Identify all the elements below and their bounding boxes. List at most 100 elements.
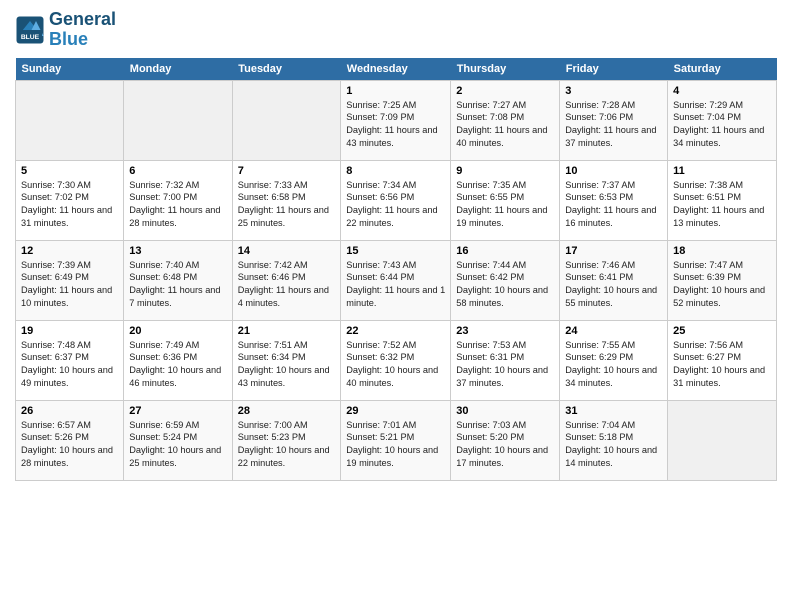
day-cell: 18 Sunrise: 7:47 AM Sunset: 6:39 PM Dayli… bbox=[668, 240, 777, 320]
day-info: Sunrise: 7:55 AM Sunset: 6:29 PM Dayligh… bbox=[565, 339, 662, 391]
day-number: 6 bbox=[129, 165, 226, 177]
day-info: Sunrise: 7:27 AM Sunset: 7:08 PM Dayligh… bbox=[456, 99, 554, 151]
day-cell: 23 Sunrise: 7:53 AM Sunset: 6:31 PM Dayli… bbox=[451, 320, 560, 400]
main-container: BLUE General Blue SundayMondayTuesdayWed… bbox=[0, 0, 792, 491]
day-info: Sunrise: 7:03 AM Sunset: 5:20 PM Dayligh… bbox=[456, 419, 554, 471]
day-number: 2 bbox=[456, 85, 554, 97]
day-number: 28 bbox=[238, 405, 336, 417]
day-info: Sunrise: 7:33 AM Sunset: 6:58 PM Dayligh… bbox=[238, 179, 336, 231]
day-cell: 20 Sunrise: 7:49 AM Sunset: 6:36 PM Dayli… bbox=[124, 320, 232, 400]
day-info: Sunrise: 7:53 AM Sunset: 6:31 PM Dayligh… bbox=[456, 339, 554, 391]
day-cell: 3 Sunrise: 7:28 AM Sunset: 7:06 PM Daylig… bbox=[560, 80, 668, 160]
day-number: 10 bbox=[565, 165, 662, 177]
day-header-wednesday: Wednesday bbox=[341, 58, 451, 81]
day-cell: 25 Sunrise: 7:56 AM Sunset: 6:27 PM Dayli… bbox=[668, 320, 777, 400]
day-number: 23 bbox=[456, 325, 554, 337]
day-number: 22 bbox=[346, 325, 445, 337]
day-cell: 30Sunrise: 7:03 AM Sunset: 5:20 PM Dayli… bbox=[451, 400, 560, 480]
day-cell: 19 Sunrise: 7:48 AM Sunset: 6:37 PM Dayli… bbox=[16, 320, 124, 400]
day-info: Sunrise: 7:52 AM Sunset: 6:32 PM Dayligh… bbox=[346, 339, 445, 391]
day-number: 5 bbox=[21, 165, 118, 177]
week-row-4: 19 Sunrise: 7:48 AM Sunset: 6:37 PM Dayli… bbox=[16, 320, 777, 400]
day-number: 16 bbox=[456, 245, 554, 257]
day-info: Sunrise: 7:44 AM Sunset: 6:42 PM Dayligh… bbox=[456, 259, 554, 311]
day-number: 31 bbox=[565, 405, 662, 417]
day-number: 21 bbox=[238, 325, 336, 337]
day-number: 24 bbox=[565, 325, 662, 337]
day-number: 27 bbox=[129, 405, 226, 417]
day-cell: 11 Sunrise: 7:38 AM Sunset: 6:51 PM Dayli… bbox=[668, 160, 777, 240]
day-cell: 29 Sunrise: 7:01 AM Sunset: 5:21 PM Dayli… bbox=[341, 400, 451, 480]
logo-text: General Blue bbox=[49, 10, 116, 50]
day-cell: 9 Sunrise: 7:35 AM Sunset: 6:55 PM Daylig… bbox=[451, 160, 560, 240]
day-info: Sunrise: 7:48 AM Sunset: 6:37 PM Dayligh… bbox=[21, 339, 118, 391]
day-info: Sunrise: 6:57 AM Sunset: 5:26 PM Dayligh… bbox=[21, 419, 118, 471]
day-cell: 7Sunrise: 7:33 AM Sunset: 6:58 PM Daylig… bbox=[232, 160, 341, 240]
day-cell: 2 Sunrise: 7:27 AM Sunset: 7:08 PM Daylig… bbox=[451, 80, 560, 160]
day-info: Sunrise: 7:25 AM Sunset: 7:09 PM Dayligh… bbox=[346, 99, 445, 151]
day-cell: 14Sunrise: 7:42 AM Sunset: 6:46 PM Dayli… bbox=[232, 240, 341, 320]
day-cell bbox=[124, 80, 232, 160]
day-number: 26 bbox=[21, 405, 118, 417]
day-header-tuesday: Tuesday bbox=[232, 58, 341, 81]
day-cell: 10Sunrise: 7:37 AM Sunset: 6:53 PM Dayli… bbox=[560, 160, 668, 240]
day-cell: 6 Sunrise: 7:32 AM Sunset: 7:00 PM Daylig… bbox=[124, 160, 232, 240]
day-info: Sunrise: 7:56 AM Sunset: 6:27 PM Dayligh… bbox=[673, 339, 771, 391]
header: BLUE General Blue bbox=[15, 10, 777, 50]
day-cell bbox=[668, 400, 777, 480]
day-cell: 21 Sunrise: 7:51 AM Sunset: 6:34 PM Dayli… bbox=[232, 320, 341, 400]
day-header-saturday: Saturday bbox=[668, 58, 777, 81]
day-number: 25 bbox=[673, 325, 771, 337]
svg-text:BLUE: BLUE bbox=[21, 34, 40, 41]
day-cell: 1 Sunrise: 7:25 AM Sunset: 7:09 PM Daylig… bbox=[341, 80, 451, 160]
day-info: Sunrise: 7:38 AM Sunset: 6:51 PM Dayligh… bbox=[673, 179, 771, 231]
day-number: 12 bbox=[21, 245, 118, 257]
day-info: Sunrise: 6:59 AM Sunset: 5:24 PM Dayligh… bbox=[129, 419, 226, 471]
day-number: 11 bbox=[673, 165, 771, 177]
day-number: 13 bbox=[129, 245, 226, 257]
day-info: Sunrise: 7:43 AM Sunset: 6:44 PM Dayligh… bbox=[346, 259, 445, 311]
day-info: Sunrise: 7:32 AM Sunset: 7:00 PM Dayligh… bbox=[129, 179, 226, 231]
day-info: Sunrise: 7:34 AM Sunset: 6:56 PM Dayligh… bbox=[346, 179, 445, 231]
day-cell: 26 Sunrise: 6:57 AM Sunset: 5:26 PM Dayli… bbox=[16, 400, 124, 480]
day-cell: 16 Sunrise: 7:44 AM Sunset: 6:42 PM Dayli… bbox=[451, 240, 560, 320]
calendar-table: SundayMondayTuesdayWednesdayThursdayFrid… bbox=[15, 58, 777, 481]
day-info: Sunrise: 7:04 AM Sunset: 5:18 PM Dayligh… bbox=[565, 419, 662, 471]
day-cell bbox=[232, 80, 341, 160]
day-header-friday: Friday bbox=[560, 58, 668, 81]
day-header-monday: Monday bbox=[124, 58, 232, 81]
day-info: Sunrise: 7:30 AM Sunset: 7:02 PM Dayligh… bbox=[21, 179, 118, 231]
day-info: Sunrise: 7:47 AM Sunset: 6:39 PM Dayligh… bbox=[673, 259, 771, 311]
day-info: Sunrise: 7:49 AM Sunset: 6:36 PM Dayligh… bbox=[129, 339, 226, 391]
week-row-2: 5 Sunrise: 7:30 AM Sunset: 7:02 PM Daylig… bbox=[16, 160, 777, 240]
day-number: 4 bbox=[673, 85, 771, 97]
day-number: 3 bbox=[565, 85, 662, 97]
day-number: 9 bbox=[456, 165, 554, 177]
day-number: 17 bbox=[565, 245, 662, 257]
day-number: 29 bbox=[346, 405, 445, 417]
day-info: Sunrise: 7:28 AM Sunset: 7:06 PM Dayligh… bbox=[565, 99, 662, 151]
logo: BLUE General Blue bbox=[15, 10, 116, 50]
day-cell: 15Sunrise: 7:43 AM Sunset: 6:44 PM Dayli… bbox=[341, 240, 451, 320]
day-cell: 31 Sunrise: 7:04 AM Sunset: 5:18 PM Dayli… bbox=[560, 400, 668, 480]
day-info: Sunrise: 7:51 AM Sunset: 6:34 PM Dayligh… bbox=[238, 339, 336, 391]
day-info: Sunrise: 7:35 AM Sunset: 6:55 PM Dayligh… bbox=[456, 179, 554, 231]
day-cell: 24 Sunrise: 7:55 AM Sunset: 6:29 PM Dayli… bbox=[560, 320, 668, 400]
day-cell: 22 Sunrise: 7:52 AM Sunset: 6:32 PM Dayli… bbox=[341, 320, 451, 400]
day-info: Sunrise: 7:42 AM Sunset: 6:46 PM Dayligh… bbox=[238, 259, 336, 311]
day-cell: 27 Sunrise: 6:59 AM Sunset: 5:24 PM Dayli… bbox=[124, 400, 232, 480]
day-cell: 5 Sunrise: 7:30 AM Sunset: 7:02 PM Daylig… bbox=[16, 160, 124, 240]
day-info: Sunrise: 7:39 AM Sunset: 6:49 PM Dayligh… bbox=[21, 259, 118, 311]
day-number: 18 bbox=[673, 245, 771, 257]
day-number: 19 bbox=[21, 325, 118, 337]
day-number: 20 bbox=[129, 325, 226, 337]
day-info: Sunrise: 7:40 AM Sunset: 6:48 PM Dayligh… bbox=[129, 259, 226, 311]
day-info: Sunrise: 7:01 AM Sunset: 5:21 PM Dayligh… bbox=[346, 419, 445, 471]
day-number: 1 bbox=[346, 85, 445, 97]
day-number: 8 bbox=[346, 165, 445, 177]
day-info: Sunrise: 7:29 AM Sunset: 7:04 PM Dayligh… bbox=[673, 99, 771, 151]
day-cell bbox=[16, 80, 124, 160]
week-row-1: 1 Sunrise: 7:25 AM Sunset: 7:09 PM Daylig… bbox=[16, 80, 777, 160]
week-row-3: 12 Sunrise: 7:39 AM Sunset: 6:49 PM Dayli… bbox=[16, 240, 777, 320]
week-row-5: 26 Sunrise: 6:57 AM Sunset: 5:26 PM Dayli… bbox=[16, 400, 777, 480]
